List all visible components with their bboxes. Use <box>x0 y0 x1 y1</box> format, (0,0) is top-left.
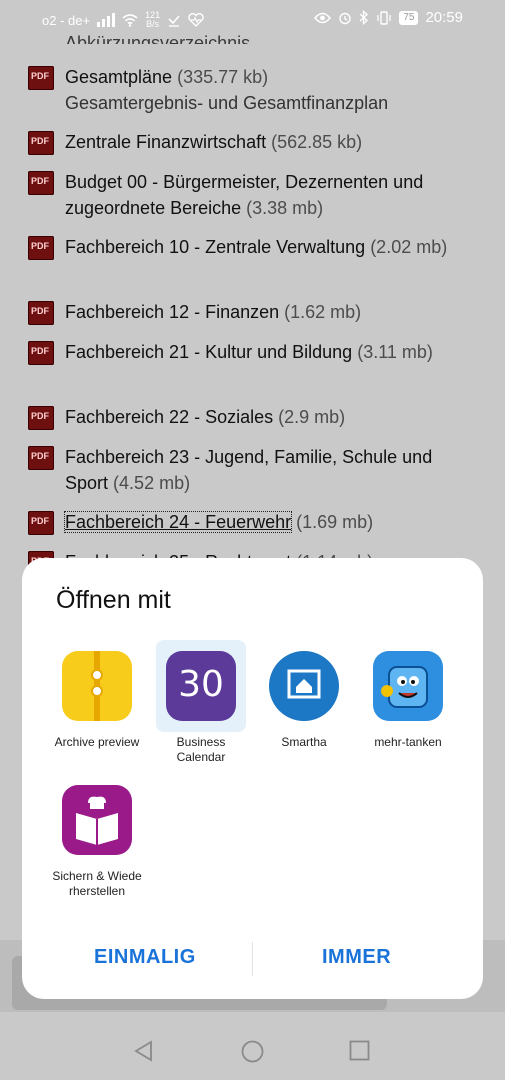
pdf-icon <box>28 131 54 155</box>
app-label: Archive preview <box>54 735 140 749</box>
app-label: mehr-tanken <box>374 735 442 749</box>
list-item[interactable]: Fachbereich 10 - Zentrale Verwaltung (2.… <box>28 234 468 260</box>
file-size: (562.85 kb) <box>271 132 363 152</box>
always-button[interactable]: IMMER <box>322 946 391 969</box>
back-icon[interactable] <box>133 1040 155 1062</box>
pdf-icon <box>28 341 54 365</box>
mehr-tanken-icon <box>373 651 443 721</box>
pdf-icon <box>28 446 54 470</box>
business-calendar-icon: 30 <box>166 651 236 721</box>
document-title[interactable]: Fachbereich 24 - Feuerwehr <box>63 511 293 533</box>
button-divider <box>252 942 253 976</box>
file-size: (1.62 mb) <box>284 302 362 322</box>
list-item[interactable]: Budget 00 - Bürgermeister, Dezernenten u… <box>28 169 468 221</box>
pdf-icon <box>28 171 54 195</box>
pdf-icon <box>28 406 54 430</box>
file-size: (335.77 kb) <box>177 67 269 87</box>
file-size: (3.38 mb) <box>246 198 324 218</box>
document-title[interactable]: Fachbereich 12 - Finanzen <box>65 302 279 322</box>
document-title[interactable]: Budget 00 - Bürgermeister, Dezernenten u… <box>65 172 423 218</box>
app-label: Sichern & Wiede rherstellen <box>52 869 142 898</box>
home-icon[interactable] <box>241 1040 264 1063</box>
app-business-calendar[interactable]: 30 Business Calendar <box>156 651 246 765</box>
list-item[interactable]: Fachbereich 22 - Soziales (2.9 mb) <box>28 404 468 430</box>
document-subtitle: Gesamtergebnis- und Gesamtfinanzplan <box>65 93 389 113</box>
file-size: (4.52 mb) <box>113 473 191 493</box>
app-archive-preview[interactable]: Archive preview <box>52 651 142 750</box>
document-title[interactable]: Fachbereich 10 - Zentrale Verwaltung <box>65 237 365 257</box>
clock: 20:59 <box>425 9 463 26</box>
app-sichern-wiederherstellen[interactable]: Sichern & Wiede rherstellen <box>52 785 142 899</box>
list-item[interactable]: Fachbereich 24 - Feuerwehr (1.69 mb) <box>28 509 468 535</box>
recents-icon[interactable] <box>349 1040 370 1061</box>
file-size: (2.02 mb) <box>370 237 448 257</box>
list-item[interactable]: Zentrale Finanzwirtschaft (562.85 kb) <box>28 129 468 155</box>
archive-preview-icon <box>62 651 132 721</box>
bluetooth-icon <box>359 10 369 25</box>
calendar-day: 30 <box>178 664 224 705</box>
app-label: Business Calendar <box>176 735 226 764</box>
document-title[interactable]: Gesamtpläne <box>65 67 172 87</box>
list-item[interactable]: Gesamtpläne (335.77 kb) Gesamtergebnis- … <box>28 64 468 116</box>
open-with-dialog: Öffnen mit Archive preview 30 Business C… <box>22 558 483 999</box>
alarm-icon <box>339 12 352 24</box>
app-mehr-tanken[interactable]: mehr-tanken <box>363 651 453 750</box>
app-smartha[interactable]: Smartha <box>259 651 349 750</box>
navigation-bar <box>0 1012 505 1080</box>
file-size: (3.11 mb) <box>357 342 433 362</box>
pdf-icon <box>28 66 54 90</box>
battery-level: 75 <box>403 11 415 23</box>
file-size: (2.9 mb) <box>278 407 346 427</box>
pdf-icon <box>28 511 54 535</box>
app-label: Smartha <box>281 735 327 749</box>
list-item[interactable]: Fachbereich 23 - Jugend, Familie, Schule… <box>28 444 468 496</box>
document-title[interactable]: Fachbereich 21 - Kultur und Bildung <box>65 342 352 362</box>
eye-icon <box>314 12 332 23</box>
smartha-icon <box>269 651 339 721</box>
once-button[interactable]: EINMALIG <box>94 946 196 969</box>
document-title[interactable]: Fachbereich 22 - Soziales <box>65 407 273 427</box>
partial-list-item: Abkürzungsverzeichnis <box>65 33 251 44</box>
sichern-wiederherstellen-icon <box>62 785 132 855</box>
pdf-icon <box>28 236 54 260</box>
file-size: (1.69 mb) <box>296 512 374 532</box>
list-item[interactable]: Fachbereich 12 - Finanzen (1.62 mb) <box>28 299 468 325</box>
dialog-title: Öffnen mit <box>56 586 171 614</box>
document-title[interactable]: Zentrale Finanzwirtschaft <box>65 132 266 152</box>
pdf-icon <box>28 301 54 325</box>
vibrate-icon <box>377 10 391 25</box>
list-item[interactable]: Fachbereich 21 - Kultur und Bildung (3.1… <box>28 339 468 365</box>
battery-icon: 75 <box>399 10 419 25</box>
